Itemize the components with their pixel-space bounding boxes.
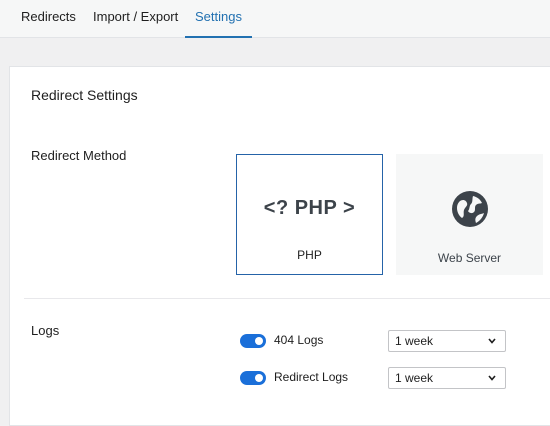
php-icon: <? PHP > xyxy=(263,197,356,219)
method-option-label: PHP xyxy=(297,248,322,262)
toggle-label: Redirect Logs xyxy=(274,370,349,384)
globe-icon xyxy=(452,191,488,227)
chevron-down-icon xyxy=(488,375,496,381)
settings-card: Redirect Settings Redirect Method <? PHP… xyxy=(9,66,550,426)
tab-settings[interactable]: Settings xyxy=(185,0,252,38)
method-option-php[interactable]: <? PHP > PHP xyxy=(236,154,383,275)
select-value: 1 week xyxy=(395,334,434,348)
toggle-redirect-logs[interactable] xyxy=(240,371,266,385)
tab-import-export[interactable]: Import / Export xyxy=(93,0,178,38)
retention-select-404-logs[interactable]: 1 week xyxy=(388,330,506,352)
section-title: Redirect Settings xyxy=(31,87,138,103)
divider xyxy=(24,298,550,299)
method-option-label: Web Server xyxy=(437,251,502,265)
chevron-down-icon xyxy=(488,338,496,344)
toggle-label: 404 Logs xyxy=(274,333,324,347)
toggle-404-logs[interactable] xyxy=(240,334,266,348)
logs-label: Logs xyxy=(31,323,60,338)
tab-bar: Redirects Import / Export Settings xyxy=(0,0,550,38)
tab-redirects[interactable]: Redirects xyxy=(21,0,76,38)
method-option-web-server[interactable]: Web Server xyxy=(396,154,543,275)
retention-select-redirect-logs[interactable]: 1 week xyxy=(388,367,506,389)
redirect-method-label: Redirect Method xyxy=(31,148,127,163)
select-value: 1 week xyxy=(395,371,434,385)
